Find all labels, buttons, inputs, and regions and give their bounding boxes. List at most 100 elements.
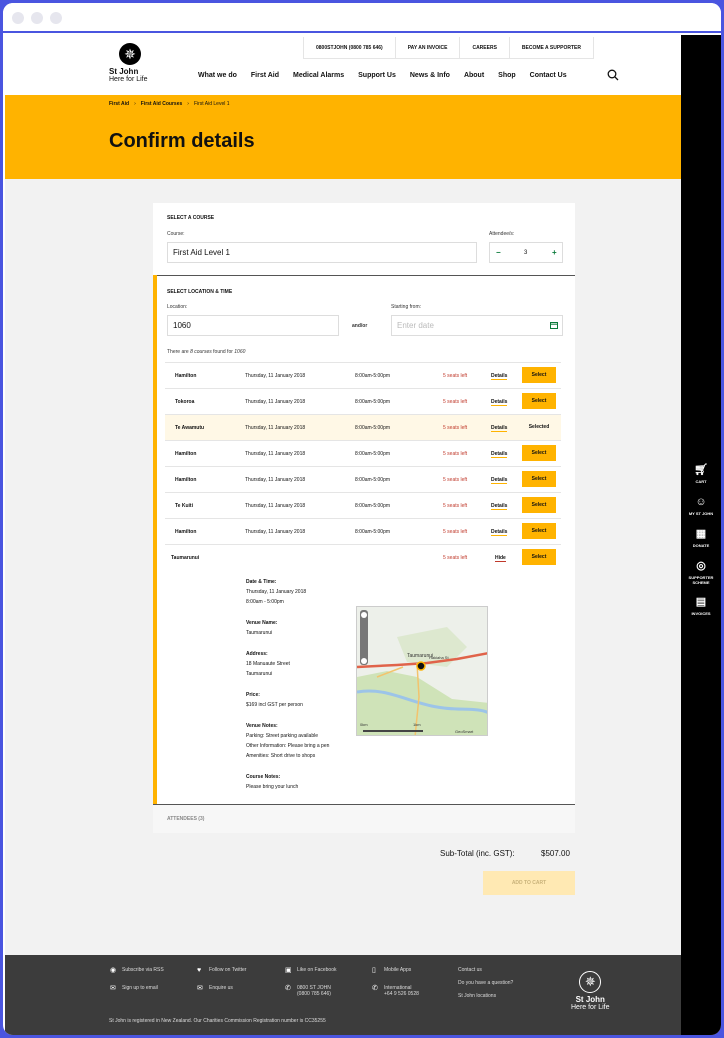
footer-apps-link[interactable]: ▯ Mobile Apps xyxy=(372,967,411,975)
select-button[interactable]: Select xyxy=(522,471,556,487)
detail-date: Thursday, 11 January 2018 xyxy=(246,589,307,595)
nav-news-info[interactable]: News & Info xyxy=(410,72,450,79)
page: 0800STJOHN (0800 785 646) PAY AN INVOICE… xyxy=(5,35,681,1035)
footer-phone-number: (0800 785 646) xyxy=(297,991,331,997)
select-button[interactable]: Select xyxy=(522,523,556,539)
row-time: 8:00am-5:00pm xyxy=(355,529,391,535)
breadcrumb-first-aid[interactable]: First Aid xyxy=(109,101,129,107)
select-button[interactable]: Select xyxy=(522,393,556,409)
row-location: Te Awamutu xyxy=(175,425,205,431)
window-dot[interactable] xyxy=(31,12,43,24)
registration-notice: St John is registered in New Zealand. Ou… xyxy=(109,1018,326,1024)
footer-contact-link[interactable]: Contact us xyxy=(458,967,482,973)
site-footer: ◉ Subscribe via RSS ✉ Sign up to email ♥ Fo… xyxy=(5,955,681,1035)
row-hide-link[interactable]: Hide xyxy=(495,545,506,571)
footer-logo[interactable]: ✵ St John Here for Life xyxy=(571,971,610,1011)
row-details-link[interactable]: Details xyxy=(491,467,508,493)
detail-address-line: 18 Manuaute Street xyxy=(246,661,290,667)
gift-icon: ▦ xyxy=(695,528,707,540)
document-icon: ▤ xyxy=(695,596,707,608)
logo[interactable]: ✵ St John Here for Life xyxy=(109,43,151,83)
row-time: 8:00am-5:00pm xyxy=(355,451,391,457)
cart-icon: 🛒︎ xyxy=(694,464,708,476)
footer-rss-label: Subscribe via RSS xyxy=(122,967,164,973)
nav-medical-alarms[interactable]: Medical Alarms xyxy=(293,72,344,79)
subtotal-label: Sub-Total (inc. GST): xyxy=(440,849,515,858)
sidebar-item-cart[interactable]: 🛒︎ CART xyxy=(681,463,721,484)
footer-locations-link[interactable]: St John locations xyxy=(458,993,496,999)
location-input[interactable]: 1060 xyxy=(167,315,339,336)
select-button[interactable]: Select xyxy=(522,549,556,565)
footer-facebook-link[interactable]: ▣ Like on Facebook xyxy=(285,967,336,975)
nav-about[interactable]: About xyxy=(464,72,484,79)
select-button[interactable]: Select xyxy=(522,445,556,461)
attendees-section[interactable]: ATTENDEES (3) xyxy=(153,805,575,833)
nav-what-we-do[interactable]: What we do xyxy=(198,72,237,79)
row-location: Tokoroa xyxy=(175,399,195,405)
hero-banner: First Aid › First Aid Courses › First Aid Le… xyxy=(5,95,681,179)
map-street-label: Hakiaha St xyxy=(429,655,449,660)
window-dot[interactable] xyxy=(12,12,24,24)
toplink-pay-invoice[interactable]: PAY AN INVOICE xyxy=(394,37,460,58)
row-seats: 5 seats left xyxy=(443,503,468,509)
results-count: 8 courses xyxy=(190,349,212,355)
quick-sidebar: 🛒︎ CART ☺ MY ST JOHN ▦ DONATE ◎ SUPPORTER SC… xyxy=(681,35,721,1035)
andor-label: and/or xyxy=(352,323,368,329)
attendees-minus-button[interactable]: − xyxy=(496,243,501,263)
footer-email-link[interactable]: ✉ Sign up to email xyxy=(110,985,158,993)
search-icon[interactable] xyxy=(607,69,619,81)
row-location: Hamilton xyxy=(175,451,197,457)
nav-support-us[interactable]: Support Us xyxy=(358,72,396,79)
sidebar-item-invoices[interactable]: ▤ INVOICES xyxy=(681,595,721,616)
facebook-icon: ▣ xyxy=(285,967,292,974)
window-dot[interactable] xyxy=(50,12,62,24)
nav-shop[interactable]: Shop xyxy=(498,72,516,79)
breadcrumb-courses[interactable]: First Aid Courses xyxy=(141,101,183,107)
footer-enquire-link[interactable]: ✉ Enquire us xyxy=(197,985,233,993)
row-details-link[interactable]: Details xyxy=(491,363,508,389)
table-row: Hamilton Thursday, 11 January 2018 8:00a… xyxy=(165,467,561,493)
course-label: Course: xyxy=(167,231,185,237)
toplink-phone[interactable]: 0800STJOHN (0800 785 646) xyxy=(303,37,395,58)
nav-first-aid[interactable]: First Aid xyxy=(251,72,279,79)
mobile-icon: ▯ xyxy=(372,967,376,974)
selected-state[interactable]: Selected xyxy=(522,419,556,435)
row-details-link[interactable]: Details xyxy=(491,493,508,519)
row-details-label: Details xyxy=(491,373,508,380)
row-location: Hamilton xyxy=(175,477,197,483)
map-canvas xyxy=(357,607,487,735)
table-row: Hamilton Thursday, 11 January 2018 8:00a… xyxy=(165,519,561,545)
row-details-label: Details xyxy=(491,399,508,406)
footer-phone-link[interactable]: ✆ 0800 ST JOHN (0800 785 646) xyxy=(285,985,331,997)
nav-contact-us[interactable]: Contact Us xyxy=(530,72,567,79)
course-field[interactable]: First Aid Level 1 xyxy=(167,242,477,263)
toplink-become-supporter[interactable]: BECOME A SUPPORTER xyxy=(508,37,594,58)
twitter-icon: ♥ xyxy=(197,967,202,974)
footer-international-link[interactable]: ✆ International +64 9 526 0528 xyxy=(372,985,419,997)
add-to-cart-button[interactable]: ADD TO CART xyxy=(483,871,575,895)
footer-question-link[interactable]: Do you have a question? xyxy=(458,980,513,986)
start-date-input[interactable]: Enter date xyxy=(391,315,563,336)
select-button[interactable]: Select xyxy=(522,367,556,383)
sidebar-item-supporter-scheme[interactable]: ◎ SUPPORTER SCHEME xyxy=(681,559,721,585)
footer-rss-link[interactable]: ◉ Subscribe via RSS xyxy=(110,967,164,975)
breadcrumb-current: First Aid Level 1 xyxy=(193,101,230,107)
sidebar-item-donate[interactable]: ▦ DONATE xyxy=(681,527,721,548)
row-seats: 5 seats left xyxy=(443,373,468,379)
sidebar-item-my-st-john[interactable]: ☺ MY ST JOHN xyxy=(681,495,721,516)
attendees-count[interactable]: 3 xyxy=(524,243,527,263)
main-nav: What we do First Aid Medical Alarms Supp… xyxy=(198,72,581,79)
select-button[interactable]: Select xyxy=(522,497,556,513)
toplink-careers[interactable]: CAREERS xyxy=(459,37,508,58)
calendar-icon[interactable] xyxy=(550,321,558,329)
venue-map[interactable]: Taumarunui Hakiaha St 0km 1km GeoSmart xyxy=(356,606,488,736)
row-details-link[interactable]: Details xyxy=(491,519,508,545)
footer-twitter-link[interactable]: ♥ Follow on Twitter xyxy=(197,967,246,975)
attendees-plus-button[interactable]: + xyxy=(552,243,557,263)
attendees-stepper: − 3 + xyxy=(489,242,563,263)
row-details-link[interactable]: Details xyxy=(491,389,508,415)
breadcrumb: First Aid › First Aid Courses › First Aid Le… xyxy=(109,101,230,107)
row-details-link[interactable]: Details xyxy=(491,441,508,467)
row-details-link[interactable]: Details xyxy=(491,415,508,441)
row-time: 8:00am-5:00pm xyxy=(355,373,391,379)
